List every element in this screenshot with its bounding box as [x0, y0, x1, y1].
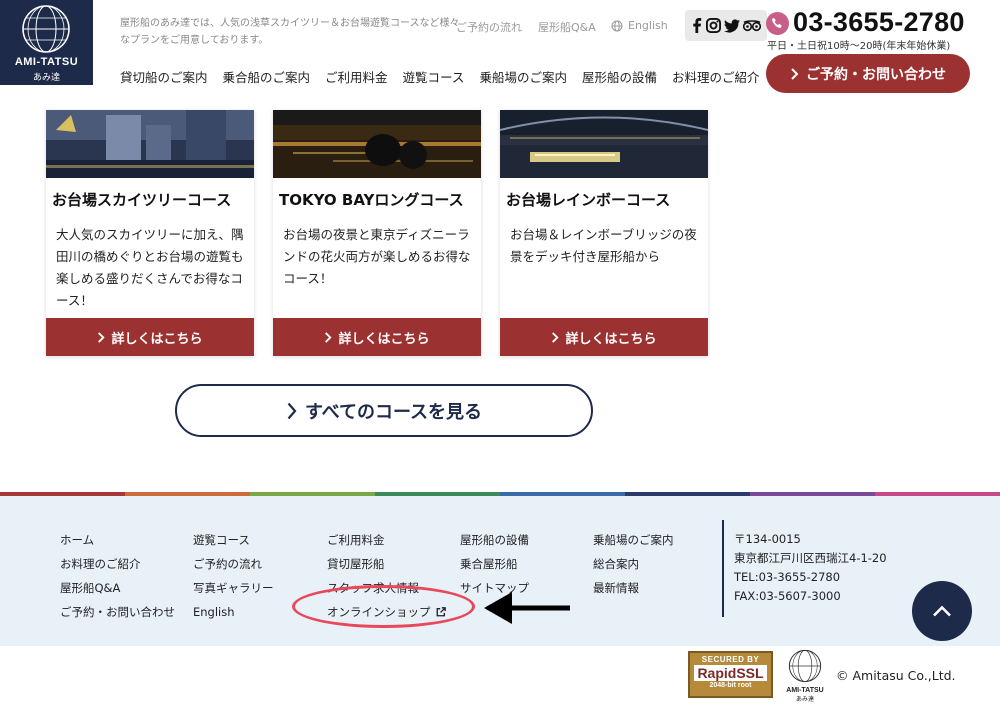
all-courses-label: すべてのコースを見る: [304, 401, 483, 423]
contact-button-label: ご予約・お問い合わせ: [806, 66, 946, 83]
course-title: お台場レインボーコース: [506, 191, 671, 209]
course-description: 大人気のスカイツリーに加え、隅田川の橋めぐりとお台場の遊覧も楽しめる盛りだくさん…: [56, 227, 244, 308]
footer-link[interactable]: 総合案内: [593, 552, 674, 576]
logo-sub: あみ達: [32, 73, 60, 83]
footer-link[interactable]: ご予約・お問い合わせ: [60, 600, 175, 624]
footer-link[interactable]: 乗合屋形船: [460, 552, 529, 576]
course-image-skytree[interactable]: [46, 110, 254, 178]
globe-icon: [611, 20, 623, 31]
footer-col-2: 遊覧コース ご予約の流れ 写真ギャラリー English: [193, 528, 274, 624]
footer-tel: TEL:03-3655-2780: [734, 570, 841, 584]
footer-link[interactable]: English: [193, 600, 274, 624]
logo-globe-icon: [22, 5, 70, 53]
logo-globe-icon: [788, 649, 822, 683]
nav-item-facilities[interactable]: 屋形船の設備: [582, 67, 657, 86]
chevron-right-icon: [552, 331, 560, 343]
footer-address: 〒134-0015 東京都江戸川区西瑞江4-1-20 TEL:03-3655-2…: [734, 530, 887, 606]
social-links: [685, 10, 767, 41]
course-description: お台場＆レインボーブリッジの夜景をデッキ付き屋形船から: [510, 227, 697, 264]
course-card-skytree: お台場スカイツリーコース 大人気のスカイツリーに加え、隅田川の橋めぐりとお台場の…: [46, 110, 254, 356]
tagline: 屋形船のあみ達では、人気の浅草スカイツリー＆お台場遊覧コースなど様々なプランをご…: [120, 18, 460, 46]
twitter-icon[interactable]: [724, 18, 741, 33]
main-nav: 貸切船のご案内 乗合船のご案内 ご利用料金 遊覧コース 乗船場のご案内 屋形船の…: [120, 67, 774, 86]
course-title: TOKYO BAYロングコース: [279, 191, 464, 209]
top-link-english-label: English: [628, 19, 668, 32]
course-card-rainbow: お台場レインボーコース お台場＆レインボーブリッジの夜景をデッキ付き屋形船から …: [500, 110, 708, 356]
course-details-button[interactable]: 詳しくはこちら: [273, 318, 481, 356]
back-to-top-button[interactable]: [912, 581, 972, 641]
course-title: お台場スカイツリーコース: [52, 191, 232, 209]
nav-item-pricing[interactable]: ご利用料金: [325, 67, 388, 86]
footer-link[interactable]: 最新情報: [593, 576, 674, 600]
chevron-up-icon: [933, 605, 951, 616]
contact-button[interactable]: ご予約・お問い合わせ: [766, 54, 970, 93]
ssl-line-2: RapidSSL: [694, 665, 767, 681]
chevron-right-icon: [98, 331, 106, 343]
footer-link[interactable]: 遊覧コース: [193, 528, 274, 552]
nav-item-boarding[interactable]: 乗船場のご案内: [479, 67, 567, 86]
site-logo[interactable]: AMI-TATSU あみ達: [0, 0, 93, 85]
street-address: 東京都江戸川区西瑞江4-1-20: [734, 551, 887, 565]
top-link-english[interactable]: English: [611, 19, 668, 32]
chevron-right-icon: [791, 67, 799, 80]
footer-link[interactable]: ご利用料金: [327, 528, 446, 552]
copyright: © Amitasu Co.,Ltd.: [836, 668, 956, 683]
course-details-label: 詳しくはこちら: [338, 331, 430, 347]
footer-link[interactable]: 屋形船の設備: [460, 528, 529, 552]
nav-item-shared[interactable]: 乗合船のご案内: [223, 67, 311, 86]
top-link-qa[interactable]: 屋形船Q&A: [538, 19, 596, 35]
chevron-right-icon: [325, 331, 333, 343]
logo-name: AMI-TATSU: [14, 56, 79, 68]
instagram-icon[interactable]: [705, 18, 721, 33]
footer-link[interactable]: ホーム: [60, 528, 175, 552]
facebook-icon[interactable]: [691, 18, 703, 33]
business-hours: 平日・土日祝10時〜20時(年末年始休業): [767, 41, 951, 52]
nav-item-food[interactable]: お料理のご紹介: [672, 67, 760, 86]
postal-code: 〒134-0015: [734, 532, 801, 546]
footer-logo-name: AMI-TATSU: [786, 687, 824, 694]
page: AMI-TATSU あみ達 屋形船のあみ達では、人気の浅草スカイツリー＆お台場遊…: [0, 0, 1000, 706]
top-link-reservation-flow[interactable]: ご予約の流れ: [456, 19, 522, 35]
footer-link[interactable]: 貸切屋形船: [327, 552, 446, 576]
annotation-arrow-icon: [484, 592, 570, 624]
footer-link[interactable]: お料理のご紹介: [60, 552, 175, 576]
footer-logo: AMI-TATSU あみ達: [784, 649, 826, 703]
footer-fax: FAX:03-5607-3000: [734, 589, 841, 603]
course-details-button[interactable]: 詳しくはこちら: [500, 318, 708, 356]
footer-logo-sub: あみ達: [795, 696, 814, 703]
nav-item-charter[interactable]: 貸切船のご案内: [120, 67, 208, 86]
footer-link[interactable]: 乗船場のご案内: [593, 528, 674, 552]
footer-divider: [722, 520, 724, 617]
chevron-right-icon: [287, 402, 297, 419]
all-courses-button[interactable]: すべてのコースを見る: [175, 384, 593, 437]
course-description: お台場の夜景と東京ディズニーランドの花火両方が楽しめるお得なコース！: [283, 227, 471, 286]
highlight-ellipse: [292, 585, 475, 628]
footer-col-1: ホーム お料理のご紹介 屋形船Q&A ご予約・お問い合わせ: [60, 528, 175, 624]
course-card-tokyo-bay: TOKYO BAYロングコース お台場の夜景と東京ディズニーランドの花火両方が楽…: [273, 110, 481, 356]
tripadvisor-icon[interactable]: [743, 19, 762, 32]
footer-link[interactable]: 屋形船Q&A: [60, 576, 175, 600]
phone-icon: [766, 12, 789, 35]
ssl-seal[interactable]: SECURED BY RapidSSL 2048-bit root: [688, 651, 773, 698]
nav-item-courses[interactable]: 遊覧コース: [403, 67, 465, 86]
phone-number[interactable]: 03-3655-2780: [793, 7, 965, 38]
course-image-rainbow[interactable]: [500, 110, 708, 178]
course-details-label: 詳しくはこちら: [111, 331, 203, 347]
footer-link[interactable]: 写真ギャラリー: [193, 576, 274, 600]
ssl-line-1: SECURED BY: [701, 655, 760, 664]
course-details-label: 詳しくはこちら: [565, 331, 657, 347]
course-details-button[interactable]: 詳しくはこちら: [46, 318, 254, 356]
ssl-line-3: 2048-bit root: [709, 682, 752, 689]
footer-link[interactable]: ご予約の流れ: [193, 552, 274, 576]
footer-col-5: 乗船場のご案内 総合案内 最新情報: [593, 528, 674, 600]
course-image-tokyo-bay[interactable]: [273, 110, 481, 178]
